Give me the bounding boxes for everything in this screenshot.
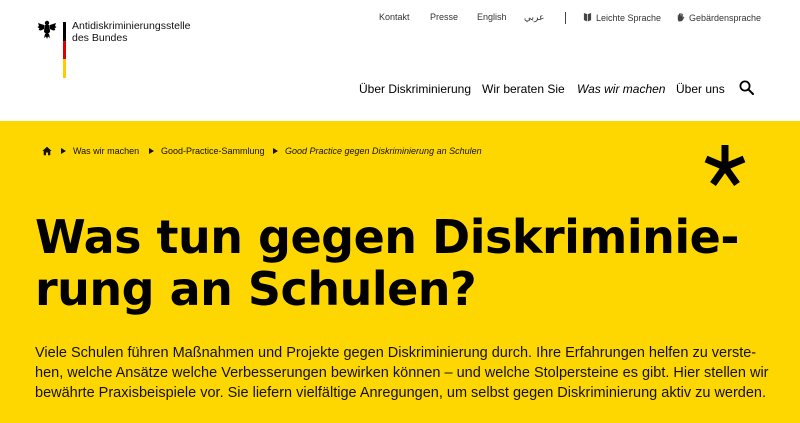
- nav-item-wir-beraten-sie[interactable]: Wir beraten Sie: [482, 82, 565, 96]
- german-flag-stripe: [63, 22, 66, 79]
- meta-link-arabic[interactable]: عربي: [524, 12, 544, 23]
- meta-navigation: Kontakt Presse English عربي Leichte Spra…: [0, 12, 800, 26]
- book-icon: [583, 12, 592, 22]
- page-title: Was tun gegen Diskriminie- rung an Schul…: [35, 211, 775, 315]
- meta-link-gebaerdensprache[interactable]: Gebärdensprache: [676, 12, 761, 23]
- leichte-sprache-label: Leichte Sprache: [596, 13, 662, 23]
- page-title-line-2: rung an Schulen?: [35, 262, 477, 316]
- intro-line-2: hen, welche Ansätze welche Verbesserunge…: [35, 365, 769, 381]
- hero-section: Was wir machen Good-Practice-Sammlung Go…: [0, 121, 800, 423]
- intro-line-3: bewährte Praxisbeispiele vor. Sie liefer…: [35, 385, 767, 401]
- meta-link-kontakt[interactable]: Kontakt: [379, 12, 410, 22]
- breadcrumb-separator-icon: [149, 148, 154, 154]
- nav-item-ueber-diskriminierung[interactable]: Über Diskriminierung: [359, 82, 471, 96]
- nav-item-was-wir-machen[interactable]: Was wir machen: [577, 82, 665, 96]
- asterisk-icon: [704, 145, 746, 187]
- meta-separator: [565, 12, 566, 24]
- nav-item-ueber-uns[interactable]: Über uns: [676, 82, 725, 96]
- logo-line-2: des Bundes: [72, 32, 128, 44]
- breadcrumb-item-was-wir-machen[interactable]: Was wir machen: [73, 146, 139, 156]
- home-icon[interactable]: [42, 146, 52, 156]
- meta-link-leichte-sprache[interactable]: Leichte Sprache: [583, 12, 661, 23]
- search-icon[interactable]: [739, 80, 754, 95]
- breadcrumb-item-good-practice-sammlung[interactable]: Good-Practice-Sammlung: [161, 146, 265, 156]
- gebaerdensprache-label: Gebärdensprache: [689, 13, 762, 23]
- breadcrumb-separator-icon: [61, 148, 66, 154]
- page-title-line-1: Was tun gegen Diskriminie-: [35, 210, 739, 264]
- site-header: Antidiskriminierungsstelle des Bundes Ko…: [0, 0, 800, 121]
- hand-icon: [677, 12, 685, 22]
- meta-link-presse[interactable]: Presse: [430, 12, 458, 22]
- main-navigation: Über Diskriminierung Wir beraten Sie Was…: [0, 82, 800, 98]
- breadcrumb-item-current: Good Practice gegen Diskriminierung an S…: [285, 146, 482, 156]
- intro-text: Viele Schulen führen Maßnahmen und Proje…: [35, 343, 770, 403]
- meta-link-english[interactable]: English: [477, 12, 507, 22]
- breadcrumb-separator-icon: [273, 148, 278, 154]
- breadcrumb: Was wir machen Good-Practice-Sammlung Go…: [42, 146, 642, 158]
- intro-line-1: Viele Schulen führen Maßnahmen und Proje…: [35, 345, 757, 361]
